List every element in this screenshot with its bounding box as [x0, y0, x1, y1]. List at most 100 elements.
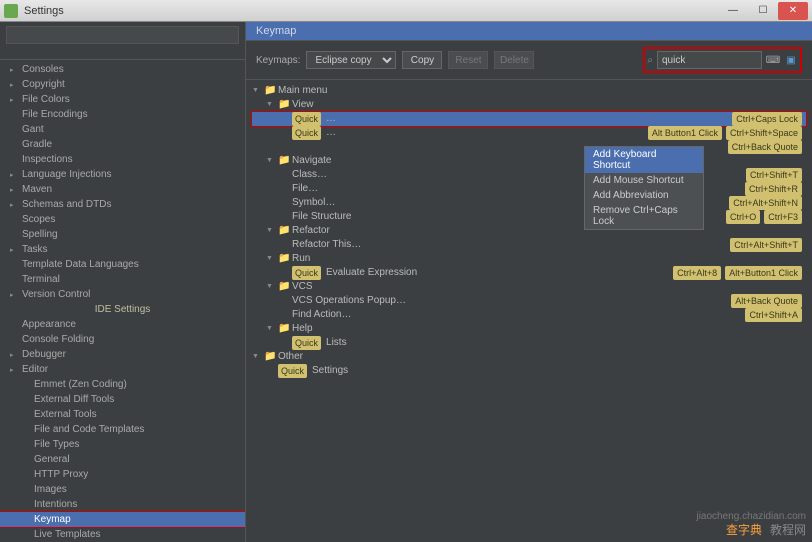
action-row[interactable]: File… Ctrl+Shift+R [252, 182, 806, 196]
action-row[interactable]: ▼📁View [252, 98, 806, 112]
sidebar-item-appearance[interactable]: Appearance [0, 317, 245, 332]
sidebar-item-emmet-zen-coding-[interactable]: Emmet (Zen Coding) [0, 377, 245, 392]
action-label: Refactor This… [292, 238, 361, 252]
action-label: Find Action… [292, 308, 351, 322]
sidebar-item[interactable]: Inspections [0, 152, 245, 167]
folder-icon: 📁 [278, 252, 290, 266]
action-row[interactable]: ▼📁Navigate [252, 154, 806, 168]
sidebar-item[interactable]: ▸Tasks [0, 242, 245, 257]
minimize-button[interactable]: — [718, 2, 748, 20]
shortcut-badge: Ctrl+Shift+T [746, 168, 802, 182]
action-label: Refactor [292, 224, 330, 238]
action-label: Help [292, 322, 313, 336]
expand-arrow-icon: ▸ [10, 199, 14, 212]
sidebar-item-external-diff-tools[interactable]: External Diff Tools [0, 392, 245, 407]
shortcut-badge: Ctrl+O [726, 210, 760, 224]
keymap-toolbar: Keymaps: Eclipse copy Copy Reset Delete … [246, 41, 812, 80]
folder-icon: 📁 [278, 98, 290, 112]
sidebar-item[interactable]: ▸File Colors [0, 92, 245, 107]
keymaps-label: Keymaps: [256, 55, 300, 66]
match-badge: Quick [292, 266, 321, 280]
keymap-search-input[interactable] [657, 51, 762, 69]
folder-icon: 📁 [278, 224, 290, 238]
action-row[interactable]: Quick…Ctrl+Caps Lock [252, 112, 806, 126]
action-row[interactable]: Class…Ctrl+Shift+T [252, 168, 806, 182]
shortcut-badge: Ctrl+Shift+R [745, 182, 802, 196]
settings-search-input[interactable] [6, 26, 239, 44]
context-menu-item[interactable]: Add Abbreviation [585, 188, 703, 203]
keymap-scheme-select[interactable]: Eclipse copy [306, 51, 396, 69]
sidebar-item-editor[interactable]: ▸Editor [0, 362, 245, 377]
sidebar-item-console-folding[interactable]: Console Folding [0, 332, 245, 347]
sidebar-item[interactable]: ▸Version Control [0, 287, 245, 302]
action-row[interactable]: Refactor This…Ctrl+Alt+Shift+T [252, 238, 806, 252]
sidebar-item[interactable]: ▸Consoles [0, 62, 245, 77]
sidebar-item[interactable]: ▸Language Injections [0, 167, 245, 182]
action-row[interactable]: Find Action…Ctrl+Shift+A [252, 308, 806, 322]
close-button[interactable]: ✕ [778, 2, 808, 20]
keymap-actions-tree[interactable]: ▼📁Main menu▼📁ViewQuick…Ctrl+Caps LockQui… [246, 80, 812, 542]
action-row[interactable]: QuickEvaluate ExpressionCtrl+Alt+8Alt+Bu… [252, 266, 806, 280]
action-row[interactable]: Ctrl+Back Quote [252, 140, 806, 154]
action-row[interactable]: QuickLists [252, 336, 806, 350]
shortcut-badge: Ctrl+Back Quote [728, 140, 802, 154]
sidebar-item-file-and-code-templates[interactable]: File and Code Templates [0, 422, 245, 437]
ide-settings-heading: IDE Settings [0, 302, 245, 317]
settings-tree[interactable]: ▸Consoles▸Copyright▸File ColorsFile Enco… [0, 60, 245, 542]
sidebar-item-debugger[interactable]: ▸Debugger [0, 347, 245, 362]
folder-icon: 📁 [264, 350, 276, 364]
context-menu-item[interactable]: Add Mouse Shortcut [585, 173, 703, 188]
action-row[interactable]: QuickSettings [252, 364, 806, 378]
action-row[interactable]: Quick…Alt Button1 ClickCtrl+Shift+Space [252, 126, 806, 140]
sidebar-item-external-tools[interactable]: External Tools [0, 407, 245, 422]
expand-arrow-icon: ▸ [10, 244, 14, 257]
sidebar-item[interactable]: Terminal [0, 272, 245, 287]
sidebar-item-images[interactable]: Images [0, 482, 245, 497]
folder-icon: 📁 [264, 84, 276, 98]
maximize-button[interactable]: ☐ [748, 2, 778, 20]
sidebar-item[interactable]: Template Data Languages [0, 257, 245, 272]
context-menu-item[interactable]: Add Keyboard Shortcut [585, 147, 703, 173]
action-row[interactable]: ▼📁Run [252, 252, 806, 266]
sidebar-item[interactable]: ▸Copyright [0, 77, 245, 92]
sidebar-item-http-proxy[interactable]: HTTP Proxy [0, 467, 245, 482]
action-row[interactable]: File StructureCtrl+OCtrl+F3 [252, 210, 806, 224]
search-icon: ⌕ [647, 55, 653, 66]
sidebar-item[interactable]: Gant [0, 122, 245, 137]
action-row[interactable]: ▼📁Refactor [252, 224, 806, 238]
expand-arrow-icon: ▸ [10, 169, 14, 182]
sidebar-item-keymap[interactable]: Keymap [0, 512, 245, 527]
expand-arrow-icon: ▸ [10, 94, 14, 107]
action-row[interactable]: ▼📁Other [252, 350, 806, 364]
sidebar-item[interactable]: ▸Maven [0, 182, 245, 197]
action-label: File… [292, 182, 318, 196]
context-menu: Add Keyboard ShortcutAdd Mouse ShortcutA… [584, 146, 704, 230]
action-row[interactable]: ▼📁Help [252, 322, 806, 336]
action-label: Other [278, 350, 303, 364]
sidebar-item-general[interactable]: General [0, 452, 245, 467]
sidebar-item[interactable]: Spelling [0, 227, 245, 242]
sidebar-item[interactable]: Gradle [0, 137, 245, 152]
watermark: 查字典教程网 [726, 521, 806, 538]
expand-arrow-icon: ▼ [266, 252, 276, 266]
action-row[interactable]: ▼📁Main menu [252, 84, 806, 98]
reset-button[interactable]: Reset [448, 51, 488, 69]
action-row[interactable]: ▼📁VCS [252, 280, 806, 294]
collapse-all-icon[interactable]: ▣ [784, 53, 798, 67]
copy-button[interactable]: Copy [402, 51, 442, 69]
action-label: Symbol… [292, 196, 335, 210]
sidebar-item[interactable]: ▸Schemas and DTDs [0, 197, 245, 212]
sidebar-item-live-templates[interactable]: Live Templates [0, 527, 245, 542]
action-row[interactable]: Symbol…Ctrl+Alt+Shift+N [252, 196, 806, 210]
sidebar-item-intentions[interactable]: Intentions [0, 497, 245, 512]
context-menu-item[interactable]: Remove Ctrl+Caps Lock [585, 203, 703, 229]
sidebar-item-file-types[interactable]: File Types [0, 437, 245, 452]
delete-button[interactable]: Delete [494, 51, 534, 69]
shortcut-badge: Ctrl+F3 [764, 210, 802, 224]
action-label: Evaluate Expression [326, 266, 417, 280]
action-label: Settings [312, 364, 348, 378]
sidebar-item[interactable]: File Encodings [0, 107, 245, 122]
action-row[interactable]: VCS Operations Popup…Alt+Back Quote [252, 294, 806, 308]
sidebar-item[interactable]: Scopes [0, 212, 245, 227]
find-by-shortcut-icon[interactable]: ⌨ [766, 53, 780, 67]
